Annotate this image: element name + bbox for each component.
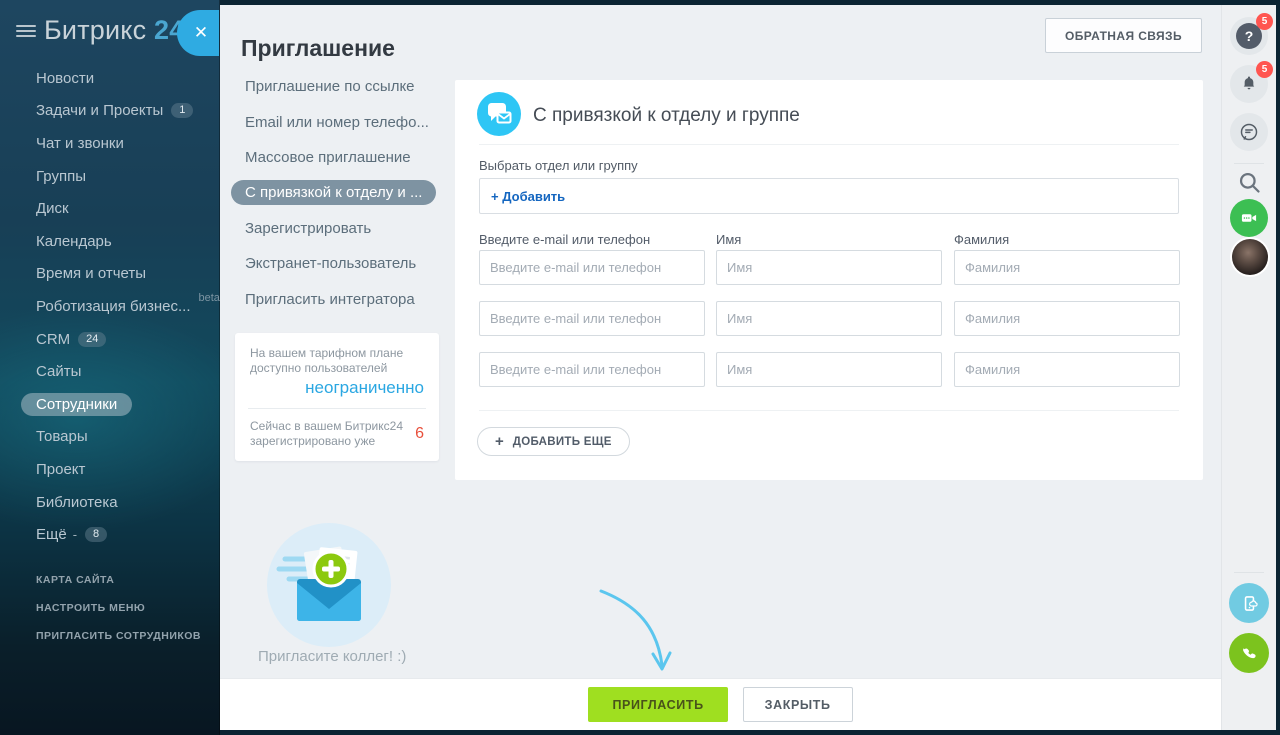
submenu-invite-link[interactable]: Приглашение по ссылке bbox=[245, 69, 445, 104]
registered-users-text: Сейчас в вашем Битрикс24 зарегистрирован… bbox=[250, 419, 407, 449]
help-button[interactable]: ? 5 bbox=[1230, 17, 1268, 55]
selected-item-pill: Сотрудники bbox=[21, 393, 132, 416]
invite-message-icon bbox=[477, 92, 521, 136]
chat-icon bbox=[1238, 121, 1260, 143]
messenger-button[interactable] bbox=[1230, 113, 1268, 151]
app-window: Битрикс 24 ✕ Новости Задачи и Проекты1 Ч… bbox=[0, 0, 1280, 735]
invite-button[interactable]: ПРИГЛАСИТЬ bbox=[588, 687, 727, 722]
sidebar-item-sites[interactable]: Сайты bbox=[36, 355, 209, 388]
telephony-button[interactable] bbox=[1229, 633, 1269, 673]
form-divider bbox=[479, 410, 1179, 411]
logo-brand: Битрикс bbox=[44, 15, 146, 45]
add-department-link[interactable]: + Добавить bbox=[491, 189, 565, 204]
invite-form-card: С привязкой к отделу и группе Выбрать от… bbox=[455, 80, 1203, 480]
submenu-email-phone[interactable]: Email или номер телефо... bbox=[245, 104, 445, 139]
feedback-button[interactable]: ОБРАТНАЯ СВЯЗЬ bbox=[1045, 18, 1202, 53]
close-button[interactable]: ЗАКРЫТЬ bbox=[743, 687, 853, 722]
sidebar-footer: КАРТА САЙТА НАСТРОИТЬ МЕНЮ ПРИГЛАСИТЬ СО… bbox=[36, 566, 201, 650]
surname-input-row3[interactable] bbox=[954, 352, 1180, 387]
page-title: Приглашение bbox=[241, 35, 395, 62]
submenu-extranet-user[interactable]: Экстранет-пользователь bbox=[245, 246, 445, 281]
notifications-badge: 5 bbox=[1256, 61, 1273, 78]
mobile-cloud-icon bbox=[1239, 593, 1260, 614]
surname-column-label: Фамилия bbox=[954, 232, 1009, 247]
plus-icon: + bbox=[495, 433, 504, 450]
sidebar-item-crm[interactable]: CRM24 bbox=[36, 323, 209, 356]
form-title: С привязкой к отделу и группе bbox=[533, 105, 800, 127]
sidebar-item-project[interactable]: Проект bbox=[36, 453, 209, 486]
sidebar: Битрикс 24 ✕ Новости Задачи и Проекты1 Ч… bbox=[0, 0, 220, 735]
sidebar-item-chat[interactable]: Чат и звонки bbox=[36, 127, 209, 160]
sidebar-item-tasks[interactable]: Задачи и Проекты1 bbox=[36, 95, 209, 128]
plan-limit-value: неограниченно bbox=[250, 378, 424, 398]
add-more-button[interactable]: + ДОБАВИТЬ ЕЩЕ bbox=[477, 427, 630, 456]
email-column-label: Введите e-mail или телефон bbox=[479, 232, 650, 247]
more-chevron: - bbox=[73, 527, 77, 542]
form-divider bbox=[479, 144, 1179, 145]
name-input-row3[interactable] bbox=[716, 352, 942, 387]
sidebar-item-groups[interactable]: Группы bbox=[36, 160, 209, 193]
email-input-row2[interactable] bbox=[479, 301, 705, 336]
plan-limit-text: На вашем тарифном плане доступно пользов… bbox=[250, 346, 424, 376]
name-input-row1[interactable] bbox=[716, 250, 942, 285]
beta-tag: beta bbox=[199, 292, 220, 304]
more-badge: 8 bbox=[85, 527, 107, 542]
sidebar-item-disk[interactable]: Диск bbox=[36, 192, 209, 225]
invite-envelope-illustration bbox=[267, 523, 391, 647]
sidebar-item-calendar[interactable]: Календарь bbox=[36, 225, 209, 258]
bell-icon bbox=[1239, 74, 1259, 94]
email-input-row1[interactable] bbox=[479, 250, 705, 285]
hamburger-menu-icon[interactable] bbox=[16, 25, 36, 38]
rail-divider bbox=[1234, 572, 1264, 573]
sidebar-item-more[interactable]: Ещё-8 bbox=[36, 518, 209, 551]
name-column-label: Имя bbox=[716, 232, 741, 247]
plan-card-divider bbox=[248, 408, 426, 409]
help-badge: 5 bbox=[1256, 13, 1273, 30]
sitemap-link[interactable]: КАРТА САЙТА bbox=[36, 566, 201, 594]
rail-divider bbox=[1234, 163, 1264, 164]
surname-input-row1[interactable] bbox=[954, 250, 1180, 285]
email-input-row3[interactable] bbox=[479, 352, 705, 387]
invite-submenu: Приглашение по ссылке Email или номер те… bbox=[245, 69, 445, 317]
bitrix24-logo[interactable]: Битрикс 24 bbox=[44, 15, 184, 46]
submenu-register[interactable]: Зарегистрировать bbox=[245, 211, 445, 246]
user-avatar[interactable] bbox=[1232, 239, 1268, 275]
plan-info-card: На вашем тарифном плане доступно пользов… bbox=[235, 333, 439, 461]
close-icon: ✕ bbox=[194, 23, 208, 43]
crm-badge: 24 bbox=[78, 332, 106, 347]
hint-arrow bbox=[595, 583, 685, 675]
registered-users-count: 6 bbox=[415, 425, 424, 443]
sidebar-item-news[interactable]: Новости bbox=[36, 62, 209, 95]
configure-menu-link[interactable]: НАСТРОИТЬ МЕНЮ bbox=[36, 594, 201, 622]
submenu-mass-invite[interactable]: Массовое приглашение bbox=[245, 140, 445, 175]
sidebar-item-products[interactable]: Товары bbox=[36, 421, 209, 454]
department-add-field[interactable]: + Добавить bbox=[479, 178, 1179, 214]
sidebar-menu: Новости Задачи и Проекты1 Чат и звонки Г… bbox=[36, 62, 209, 551]
main-content: Приглашение ОБРАТНАЯ СВЯЗЬ Приглашение п… bbox=[220, 5, 1221, 730]
sidebar-item-employees[interactable]: Сотрудники bbox=[36, 388, 209, 421]
surname-input-row2[interactable] bbox=[954, 301, 1180, 336]
phone-icon bbox=[1239, 643, 1259, 663]
name-input-row2[interactable] bbox=[716, 301, 942, 336]
sidebar-collapse-button[interactable]: ✕ bbox=[177, 10, 219, 56]
sidebar-item-rpa[interactable]: Роботизация бизнес...beta bbox=[36, 290, 209, 323]
submenu-invite-integrator[interactable]: Пригласить интегратора bbox=[245, 281, 445, 316]
invite-caption: Пригласите коллег! :) bbox=[258, 648, 406, 665]
sidebar-item-time-reports[interactable]: Время и отчеты bbox=[36, 258, 209, 291]
submenu-department-group[interactable]: С привязкой к отделу и ... bbox=[245, 175, 445, 210]
action-bar: ПРИГЛАСИТЬ ЗАКРЫТЬ bbox=[220, 678, 1221, 730]
notifications-button[interactable]: 5 bbox=[1230, 65, 1268, 103]
selected-submenu-pill: С привязкой к отделу и ... bbox=[231, 180, 436, 205]
sidebar-item-library[interactable]: Библиотека bbox=[36, 486, 209, 519]
tasks-badge: 1 bbox=[171, 103, 193, 118]
mobile-app-button[interactable] bbox=[1229, 583, 1269, 623]
select-department-label: Выбрать отдел или группу bbox=[479, 158, 638, 173]
video-camera-icon bbox=[1239, 208, 1259, 228]
right-toolbar: ? 5 5 bbox=[1221, 5, 1276, 730]
video-call-button[interactable] bbox=[1230, 199, 1268, 237]
invite-employees-link[interactable]: ПРИГЛАСИТЬ СОТРУДНИКОВ bbox=[36, 622, 201, 650]
search-icon[interactable] bbox=[1236, 169, 1263, 196]
